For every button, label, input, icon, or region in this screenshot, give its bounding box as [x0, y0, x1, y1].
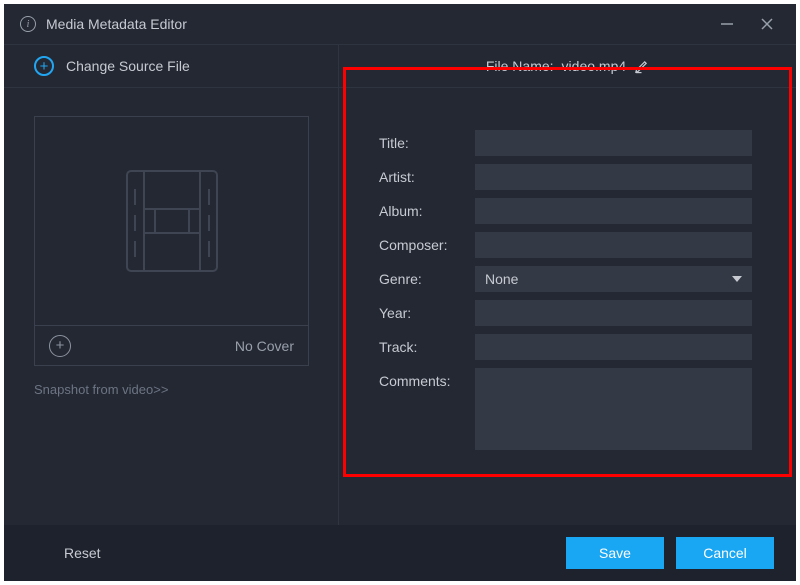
cover-preview	[35, 117, 308, 325]
input-composer[interactable]	[475, 232, 752, 258]
main-area: + No Cover Snapshot from video>> Title: …	[4, 88, 796, 525]
label-comments: Comments:	[379, 368, 469, 389]
save-button[interactable]: Save	[566, 537, 664, 569]
filename-display: File Name: video.mp4	[339, 45, 796, 87]
select-genre[interactable]: None	[475, 266, 752, 292]
input-track[interactable]	[475, 334, 752, 360]
cover-box: + No Cover	[34, 116, 309, 366]
snapshot-from-video-link[interactable]: Snapshot from video>>	[34, 382, 308, 397]
reset-button[interactable]: Reset	[54, 539, 111, 567]
input-title[interactable]	[475, 130, 752, 156]
field-year: Year:	[379, 300, 752, 326]
field-title: Title:	[379, 130, 752, 156]
label-album: Album:	[379, 198, 469, 219]
pencil-icon	[634, 59, 649, 74]
film-icon	[117, 161, 227, 281]
select-genre-value: None	[485, 271, 518, 287]
close-button[interactable]	[752, 9, 782, 39]
label-artist: Artist:	[379, 164, 469, 185]
filename-label: File Name:	[486, 58, 554, 74]
metadata-form-panel: Title: Artist: Album: Composer: Genre:	[339, 88, 796, 525]
toolbar: + Change Source File File Name: video.mp…	[4, 44, 796, 88]
field-composer: Composer:	[379, 232, 752, 258]
input-comments[interactable]	[475, 368, 752, 450]
window-title: Media Metadata Editor	[46, 16, 187, 32]
chevron-down-icon	[732, 276, 742, 282]
label-genre: Genre:	[379, 266, 469, 287]
add-cover-button[interactable]: +	[49, 335, 71, 357]
cover-panel: + No Cover Snapshot from video>>	[4, 88, 339, 525]
field-album: Album:	[379, 198, 752, 224]
minimize-button[interactable]	[712, 9, 742, 39]
cover-footer: + No Cover	[35, 325, 308, 365]
change-source-button[interactable]: + Change Source File	[4, 45, 339, 87]
label-title: Title:	[379, 130, 469, 151]
no-cover-label: No Cover	[235, 338, 294, 354]
info-icon: i	[20, 16, 36, 32]
footer-bar: Reset Save Cancel	[4, 525, 796, 581]
label-year: Year:	[379, 300, 469, 321]
cancel-button[interactable]: Cancel	[676, 537, 774, 569]
field-artist: Artist:	[379, 164, 752, 190]
metadata-form: Title: Artist: Album: Composer: Genre:	[339, 110, 774, 450]
filename-value: video.mp4	[562, 58, 627, 74]
label-track: Track:	[379, 334, 469, 355]
title-bar: i Media Metadata Editor	[4, 4, 796, 44]
change-source-label: Change Source File	[66, 58, 190, 74]
app-window: i Media Metadata Editor + Change Source …	[4, 4, 796, 581]
input-artist[interactable]	[475, 164, 752, 190]
plus-circle-icon: +	[34, 56, 54, 76]
edit-filename-button[interactable]	[634, 59, 649, 74]
field-genre: Genre: None	[379, 266, 752, 292]
field-comments: Comments:	[379, 368, 752, 450]
field-track: Track:	[379, 334, 752, 360]
input-year[interactable]	[475, 300, 752, 326]
label-composer: Composer:	[379, 232, 469, 253]
input-album[interactable]	[475, 198, 752, 224]
